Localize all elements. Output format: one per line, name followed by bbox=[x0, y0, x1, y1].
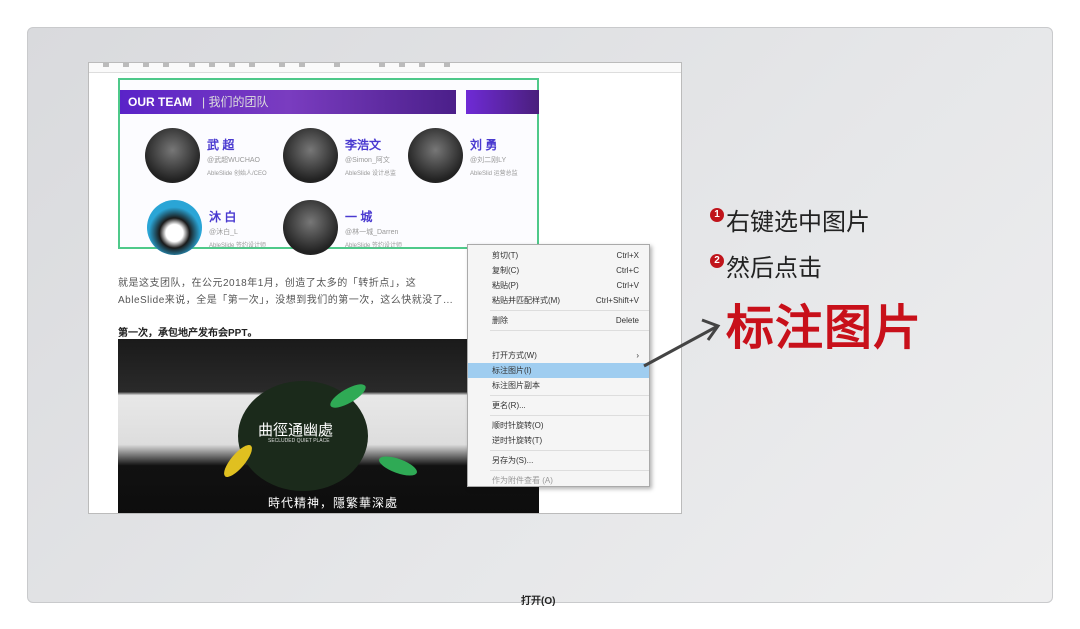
team-header-accent bbox=[466, 90, 539, 114]
avatar bbox=[283, 128, 338, 183]
member-role: AbleSlide 签约设计师 bbox=[209, 243, 267, 249]
team-member: 一 城 @林一城_Darren AbleSlide 签约设计师 bbox=[283, 200, 402, 255]
menu-item-rotate-ccw[interactable]: 逆时针旋转(T) bbox=[468, 433, 649, 448]
menu-item-rename[interactable]: 更名(R)... bbox=[468, 398, 649, 413]
member-role: AbleSlide 创始人/CEO bbox=[207, 171, 267, 177]
photo-title: 曲徑通幽處 bbox=[258, 421, 334, 439]
member-handle: @沐白_L bbox=[209, 229, 238, 236]
member-name: 刘 勇 bbox=[470, 138, 498, 152]
member-name: 武 超 bbox=[207, 138, 235, 152]
member-role: AbleSlid 运营总监 bbox=[470, 171, 518, 177]
team-header: OUR TEAM | 我们的团队 bbox=[120, 90, 456, 114]
step-text: 然后点击 bbox=[726, 255, 822, 282]
chevron-right-icon: › bbox=[636, 351, 639, 360]
highlight-text: 标注图片 bbox=[726, 302, 923, 355]
photo-subtitle: SECLUDED QUIET PLACE bbox=[268, 438, 330, 444]
menu-item-paste-match[interactable]: 粘贴并匹配样式(M) Ctrl+Shift+V bbox=[468, 293, 649, 308]
article-heading: 第一次，承包地产发布会PPT。 bbox=[118, 328, 258, 339]
menu-separator bbox=[490, 310, 649, 311]
menu-item-markup-image[interactable]: 标注图片(I) bbox=[468, 363, 649, 378]
leaf-shape bbox=[376, 452, 420, 480]
step-1: 1 右键选中图片 bbox=[710, 202, 870, 237]
menu-item-rotate-cw[interactable]: 顺时针旋转(O) bbox=[468, 418, 649, 433]
menu-item-paste[interactable]: 粘贴(P) Ctrl+V bbox=[468, 278, 649, 293]
editor-toolbar bbox=[89, 63, 681, 73]
menu-item-cut[interactable]: 剪切(T) Ctrl+X bbox=[468, 248, 649, 263]
menu-separator bbox=[490, 330, 649, 331]
arrow-icon bbox=[643, 318, 721, 368]
avatar bbox=[408, 128, 463, 183]
step-text: 右键选中图片 bbox=[726, 209, 870, 236]
team-member: 沐 白 @沐白_L AbleSlide 签约设计师 bbox=[147, 200, 266, 255]
menu-item-markup-copy[interactable]: 标注图片副本 bbox=[468, 378, 649, 393]
menu-separator bbox=[490, 395, 649, 396]
menu-separator bbox=[490, 415, 649, 416]
menu-item-copy[interactable]: 复制(C) Ctrl+C bbox=[468, 263, 649, 278]
member-role: AbleSlide 签约设计师 bbox=[345, 243, 403, 249]
context-menu: 剪切(T) Ctrl+X 复制(C) Ctrl+C 粘贴(P) Ctrl+V 粘贴并匹… bbox=[467, 244, 650, 607]
member-handle: @林一城_Darren bbox=[345, 229, 399, 236]
team-header-cn: | 我们的团队 bbox=[202, 95, 269, 109]
menu-item-open-with[interactable]: 打开方式(W) › bbox=[468, 348, 649, 363]
member-handle: @武超WUCHAO bbox=[207, 157, 260, 164]
team-header-en: OUR TEAM bbox=[128, 95, 192, 109]
menu-item-view-attachment: 作为附件查看 (A) bbox=[492, 476, 553, 485]
team-member: 李浩文 @Simon_阿文 AbleSlide 设计总监 bbox=[283, 128, 396, 183]
avatar bbox=[283, 200, 338, 255]
article-paragraph: 就是这支团队，在公元2018年1月，创造了太多的「转折点」，这 AbleSlide… bbox=[118, 275, 453, 309]
photo-title-2: 時代精神，隱繁華深處 bbox=[268, 496, 399, 510]
member-handle: @Simon_阿文 bbox=[345, 157, 390, 164]
menu-separator bbox=[490, 450, 649, 451]
paragraph-line: AbleSlide来说，全是「第一次」，没想到我们的第一次，这么快就没了... bbox=[118, 295, 454, 306]
member-name: 沐 白 bbox=[209, 210, 237, 224]
menu-item-open[interactable]: 打开(O) bbox=[497, 594, 678, 609]
menu-item-delete[interactable]: 删除 Delete bbox=[468, 313, 649, 328]
team-member: 刘 勇 @刘二刚LY AbleSlid 运营总监 bbox=[408, 128, 518, 183]
member-name: 李浩文 bbox=[345, 138, 382, 152]
menu-item-save-as[interactable]: 另存为(S)... bbox=[468, 453, 649, 468]
team-member: 武 超 @武超WUCHAO AbleSlide 创始人/CEO bbox=[145, 128, 267, 183]
member-name: 一 城 bbox=[345, 210, 373, 224]
paragraph-line: 就是这支团队，在公元2018年1月，创造了太多的「转折点」，这 bbox=[118, 278, 417, 289]
avatar bbox=[145, 128, 200, 183]
step-number-badge: 2 bbox=[710, 253, 724, 268]
menu-separator bbox=[490, 470, 649, 471]
step-number-badge: 1 bbox=[710, 207, 724, 222]
team-image[interactable]: OUR TEAM | 我们的团队 武 超 @武超WUCHAO AbleSlide 创始… bbox=[118, 78, 539, 255]
member-role: AbleSlide 设计总监 bbox=[345, 171, 397, 177]
avatar bbox=[147, 200, 202, 255]
step-2: 2 然后点击 bbox=[710, 248, 822, 283]
member-handle: @刘二刚LY bbox=[470, 157, 507, 164]
